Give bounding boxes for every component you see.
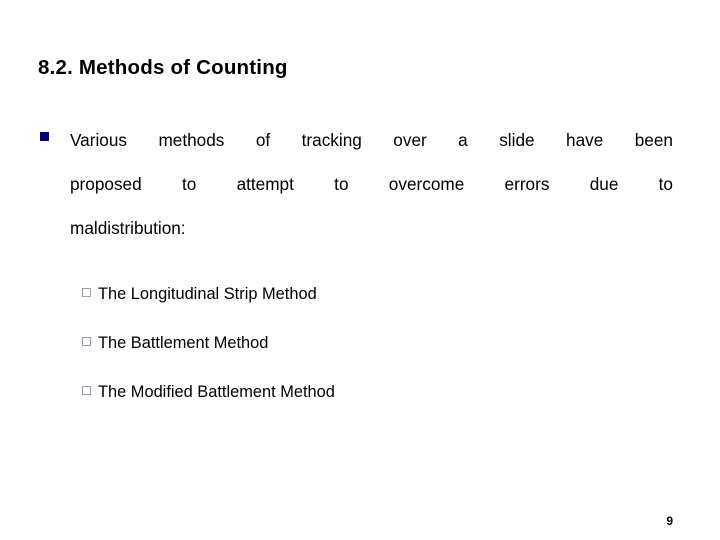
hollow-square-bullet-icon (82, 288, 91, 297)
paragraph-line: maldistribution: (70, 218, 186, 238)
bullet-item-level1-text: Various methods of tracking over a slide… (70, 118, 673, 250)
bullet-item-level1: Various methods of tracking over a slide… (38, 118, 678, 250)
list-item: The Modified Battlement Method (38, 368, 678, 417)
list-item-label: The Modified Battlement Method (98, 383, 335, 401)
list-item: The Battlement Method (38, 319, 678, 368)
paragraph-line: Various methods of tracking over a slide… (70, 130, 673, 150)
hollow-square-bullet-icon (82, 337, 91, 346)
list-item-label: The Battlement Method (98, 334, 269, 352)
filled-square-bullet-icon (40, 132, 49, 141)
slide-body: Various methods of tracking over a slide… (38, 118, 678, 417)
page-title: 8.2. Methods of Counting (38, 56, 288, 79)
hollow-square-bullet-icon (82, 386, 91, 395)
paragraph-line: proposed to attempt to overcome errors d… (70, 174, 673, 194)
presentation-slide: 8.2. Methods of Counting Various methods… (0, 0, 720, 540)
list-item: The Longitudinal Strip Method (38, 270, 678, 319)
page-number: 9 (666, 514, 673, 528)
sub-bullet-list: The Longitudinal Strip Method The Battle… (38, 270, 678, 417)
list-item-label: The Longitudinal Strip Method (98, 285, 317, 303)
